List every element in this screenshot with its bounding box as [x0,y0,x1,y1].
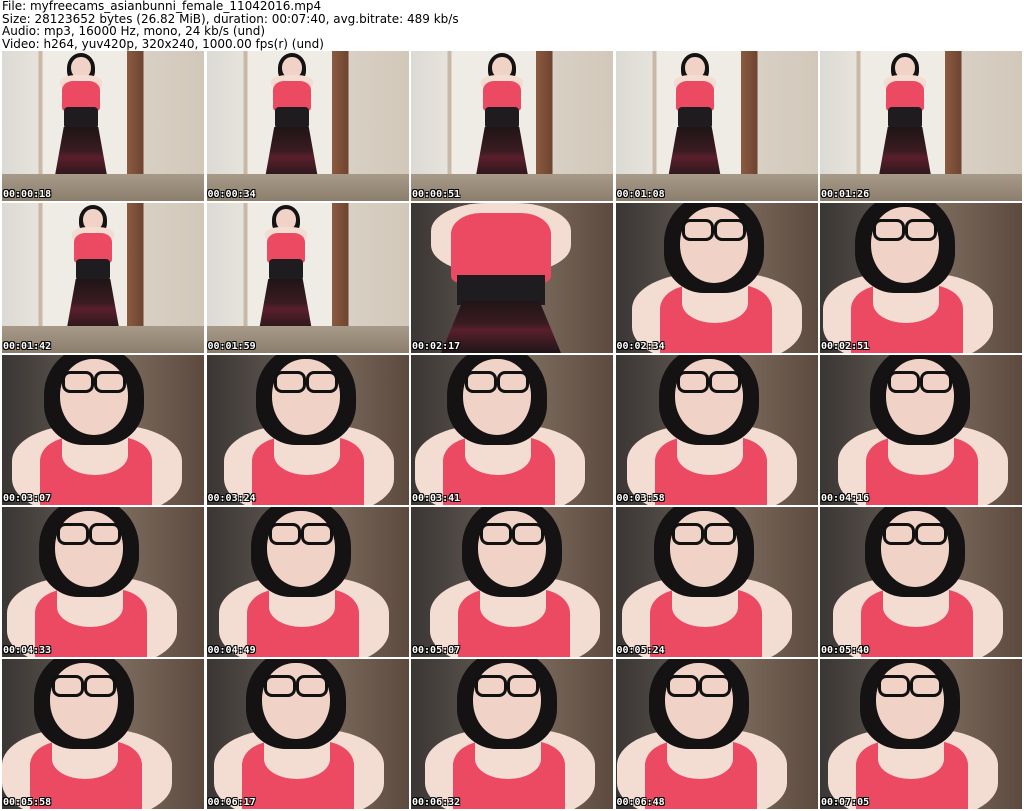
timestamp-label: 00:03:07 [3,493,52,504]
video-thumbnail: 00:03:41 [411,355,613,505]
thumbnail-frame-image [820,355,1022,505]
video-thumbnail: 00:01:42 [2,203,204,353]
timestamp-label: 00:05:58 [3,797,52,808]
thumbnail-frame-image [615,203,818,353]
video-thumbnail: 00:04:49 [206,507,409,657]
timestamp-label: 00:04:16 [821,493,870,504]
timestamp-label: 00:07:05 [821,797,870,808]
video-thumbnail: 00:05:07 [411,507,613,657]
thumbnail-frame-image [820,507,1022,657]
timestamp-label: 00:00:18 [3,189,52,200]
thumbnail-grid: 00:00:18 00:00:34 00:00:51 00:01:08 00:01:26… [2,51,1022,809]
timestamp-label: 00:05:24 [616,645,665,656]
thumbnail-frame-image [615,507,818,657]
thumbnail-frame-image [206,507,409,657]
video-thumbnail: 00:06:48 [615,659,818,809]
timestamp-label: 00:04:49 [207,645,256,656]
timestamp-label: 00:03:41 [412,493,461,504]
video-thumbnail: 00:06:17 [206,659,409,809]
timestamp-label: 00:06:17 [207,797,256,808]
video-thumbnail: 00:02:17 [411,203,613,353]
video-thumbnail: 00:05:58 [2,659,204,809]
thumbnail-frame-image [2,51,204,201]
timestamp-label: 00:01:59 [207,341,256,352]
timestamp-label: 00:02:51 [821,341,870,352]
thumbnail-frame-image [2,507,204,657]
thumbnail-frame-image [2,355,204,505]
timestamp-label: 00:01:08 [616,189,665,200]
thumbnail-frame-image [411,355,613,505]
video-thumbnail: 00:02:51 [820,203,1022,353]
timestamp-label: 00:01:26 [821,189,870,200]
timestamp-label: 00:02:17 [412,341,461,352]
video-thumbnail: 00:03:24 [206,355,409,505]
video-thumbnail: 00:00:18 [2,51,204,201]
thumbnail-frame-image [820,203,1022,353]
timestamp-label: 00:05:07 [412,645,461,656]
timestamp-label: 00:03:24 [207,493,256,504]
video-thumbnail: 00:05:24 [615,507,818,657]
video-thumbnail: 00:01:59 [206,203,409,353]
video-thumbnail: 00:01:08 [615,51,818,201]
thumbnail-frame-image [820,659,1022,809]
thumbnail-frame-image [820,51,1022,201]
timestamp-label: 00:05:40 [821,645,870,656]
thumbnail-frame-image [615,659,818,809]
thumbnail-frame-image [411,203,613,353]
thumbnail-frame-image [411,507,613,657]
audio-info-line: Audio: mp3, 16000 Hz, mono, 24 kb/s (und… [2,24,266,38]
video-thumbnail: 00:03:58 [615,355,818,505]
video-thumbnail: 00:05:40 [820,507,1022,657]
thumbnail-frame-image [411,659,613,809]
thumbnail-frame-image [2,203,204,353]
file-info-header: File: myfreecams_asianbunni_female_11042… [2,0,1022,50]
timestamp-label: 00:04:33 [3,645,52,656]
thumbnail-frame-image [615,355,818,505]
timestamp-label: 00:00:34 [207,189,256,200]
video-thumbnail: 00:04:33 [2,507,204,657]
file-name-line: File: myfreecams_asianbunni_female_11042… [2,0,322,13]
video-thumbnail: 00:04:16 [820,355,1022,505]
thumbnail-frame-image [206,355,409,505]
timestamp-label: 00:06:32 [412,797,461,808]
video-info-line: Video: h264, yuv420p, 320x240, 1000.00 f… [2,36,324,51]
thumbnail-frame-image [2,659,204,809]
thumbnail-frame-image [206,659,409,809]
thumbnail-frame-image [615,51,818,201]
video-thumbnail: 00:02:34 [615,203,818,353]
timestamp-label: 00:03:58 [616,493,665,504]
timestamp-label: 00:01:42 [3,341,52,352]
timestamp-label: 00:02:34 [616,341,665,352]
timestamp-label: 00:06:48 [616,797,665,808]
video-thumbnail: 00:00:34 [206,51,409,201]
video-thumbnail: 00:00:51 [411,51,613,201]
thumbnail-frame-image [206,203,409,353]
video-thumbnail: 00:07:05 [820,659,1022,809]
video-thumbnail: 00:03:07 [2,355,204,505]
thumbnail-frame-image [411,51,613,201]
thumbnail-frame-image [206,51,409,201]
video-thumbnail: 00:06:32 [411,659,613,809]
timestamp-label: 00:00:51 [412,189,461,200]
video-thumbnail: 00:01:26 [820,51,1022,201]
